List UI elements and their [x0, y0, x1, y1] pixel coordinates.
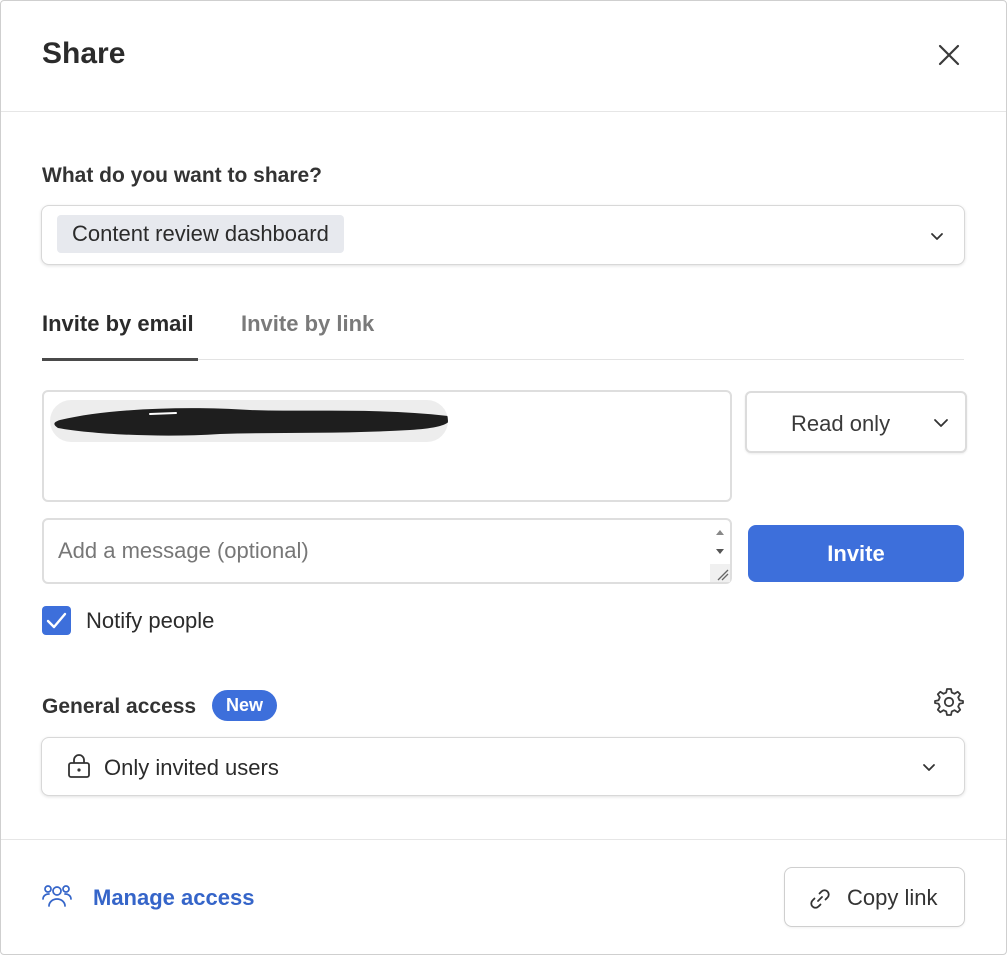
invite-button[interactable]: Invite — [748, 525, 964, 582]
share-dialog: Share What do you want to share? Content… — [0, 0, 1007, 955]
new-badge: New — [212, 690, 278, 721]
general-access-value: Only invited users — [104, 755, 279, 780]
checkmark-icon — [46, 612, 67, 629]
chevron-down-icon — [931, 233, 943, 240]
copy-link-label: Copy link — [847, 885, 938, 910]
notify-label: Notify people — [86, 608, 215, 633]
share-target-select[interactable]: Content review dashboard — [41, 205, 965, 265]
notify-checkbox[interactable] — [42, 606, 71, 635]
people-icon — [42, 885, 72, 907]
gear-icon — [934, 688, 964, 716]
copy-link-button[interactable]: Copy link — [784, 867, 965, 927]
message-input[interactable] — [58, 538, 688, 564]
share-target-chip: Content review dashboard — [57, 215, 344, 253]
permission-select[interactable]: Read only — [745, 391, 967, 453]
lock-icon — [68, 754, 90, 778]
tab-invite-by-link[interactable]: Invite by link — [241, 311, 374, 358]
access-settings-button[interactable] — [934, 687, 964, 717]
manage-access-link[interactable]: Manage access — [93, 885, 254, 911]
permission-value: Read only — [791, 411, 891, 436]
email-chip[interactable] — [50, 400, 448, 442]
share-target-label: What do you want to share? — [42, 164, 323, 187]
email-recipients-field[interactable] — [42, 390, 732, 502]
general-access-select[interactable]: Only invited users — [41, 737, 965, 796]
tab-invite-by-email[interactable]: Invite by email — [42, 311, 198, 361]
footer-divider — [1, 839, 1006, 840]
redaction-mark — [54, 408, 448, 436]
chevron-down-icon — [934, 419, 948, 427]
close-icon — [938, 44, 960, 66]
close-button[interactable] — [931, 37, 967, 73]
dialog-header: Share — [1, 1, 1006, 112]
message-field[interactable] — [42, 518, 732, 584]
chevron-down-icon — [923, 764, 935, 771]
link-icon — [810, 889, 830, 909]
general-access-label: General access — [42, 695, 197, 718]
invite-tabs: Invite by email Invite by link — [42, 301, 964, 361]
dialog-title: Share — [42, 37, 126, 70]
textarea-scrollbar[interactable] — [710, 522, 730, 582]
